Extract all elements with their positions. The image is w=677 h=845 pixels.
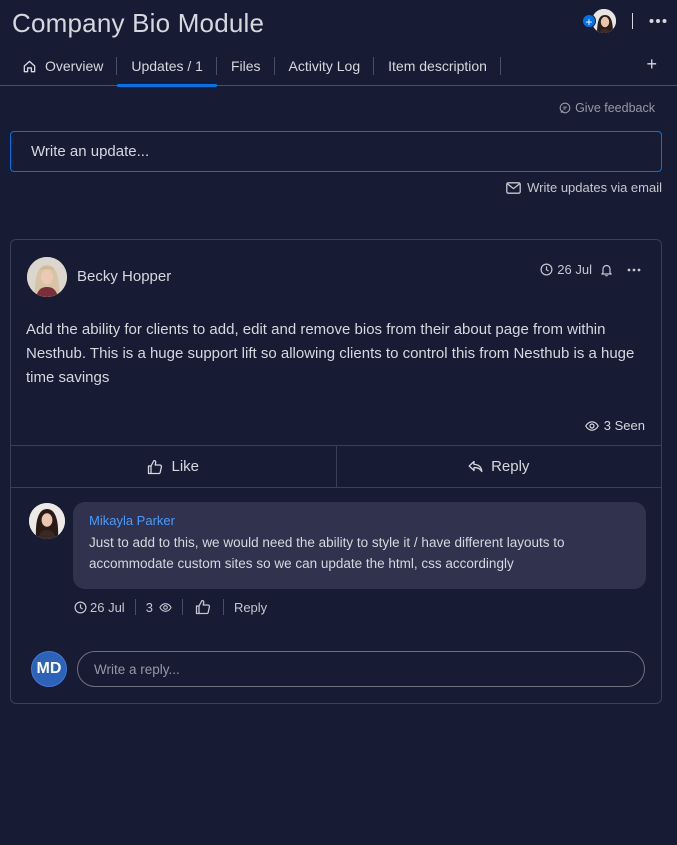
eye-icon <box>584 420 599 431</box>
write-reply-placeholder: Write a reply... <box>94 661 180 677</box>
give-feedback-link[interactable]: Give feedback <box>559 101 655 115</box>
reply-label: Reply <box>491 458 530 475</box>
post-date-label: 26 Jul <box>557 262 592 277</box>
home-icon <box>22 59 37 74</box>
author-avatar[interactable] <box>27 257 67 297</box>
reply-bubble: Mikayla Parker Just to add to this, we w… <box>73 502 646 589</box>
chat-bubble-icon <box>559 102 571 114</box>
like-label: Like <box>171 458 200 475</box>
seen-label: 3 Seen <box>603 418 645 433</box>
bell-icon[interactable] <box>600 263 613 277</box>
reply-like-button[interactable] <box>183 599 223 615</box>
post-more-icon[interactable] <box>627 268 641 272</box>
tab-files[interactable]: Files <box>217 46 275 86</box>
like-button[interactable]: Like <box>11 446 336 487</box>
reply-views[interactable]: 3 <box>136 600 182 615</box>
plus-circle-icon: + <box>582 14 596 29</box>
post-actions: Like Reply <box>11 445 661 488</box>
update-card: Becky Hopper 26 Jul Add the ability for … <box>10 239 662 704</box>
reply-author-avatar[interactable] <box>29 503 65 539</box>
clock-icon <box>540 263 553 276</box>
reply-date-label: 26 Jul <box>90 599 125 615</box>
post-date: 26 Jul <box>540 262 592 277</box>
write-update-placeholder: Write an update... <box>31 143 150 160</box>
write-via-email-link[interactable]: Write updates via email <box>506 180 662 195</box>
write-via-email-label: Write updates via email <box>527 180 662 195</box>
tab-label: Item description <box>388 58 487 74</box>
reply-arrow-icon <box>468 460 483 473</box>
item-updates-panel: Company Bio Module + Overview Updates / … <box>0 0 677 845</box>
author-name[interactable]: Becky Hopper <box>77 268 171 285</box>
reply-button[interactable]: Reply <box>335 446 662 487</box>
item-title[interactable]: Company Bio Module <box>12 8 264 39</box>
more-horizontal-icon[interactable] <box>649 18 667 24</box>
tab-activity-log[interactable]: Activity Log <box>275 46 375 86</box>
tab-updates[interactable]: Updates / 1 <box>117 46 217 87</box>
post-meta: 26 Jul <box>540 262 641 277</box>
tab-bar: Overview Updates / 1 Files Activity Log … <box>0 46 677 87</box>
reply-text: Just to add to this, we would need the a… <box>89 535 565 571</box>
seen-count[interactable]: 3 Seen <box>584 418 645 433</box>
reply-views-count: 3 <box>145 599 153 615</box>
tab-label: Files <box>230 58 261 74</box>
mail-icon <box>506 181 521 194</box>
give-feedback-label: Give feedback <box>575 101 655 115</box>
write-reply-input[interactable]: Write a reply... <box>77 651 645 687</box>
thumbs-up-icon <box>195 599 211 615</box>
reply-meta: 26 Jul 3 Reply <box>74 594 277 620</box>
eye-icon <box>159 602 172 612</box>
add-view-button[interactable]: + <box>646 55 657 73</box>
clock-icon <box>74 600 87 614</box>
reply-date: 26 Jul <box>74 600 135 615</box>
header-actions: + <box>582 8 667 34</box>
tab-label: Activity Log <box>288 58 361 74</box>
reply-author-name[interactable]: Mikayla Parker <box>89 513 630 528</box>
tab-label: Overview <box>45 58 104 74</box>
subscribers-button[interactable]: + <box>582 8 617 34</box>
tab-label: Updates / 1 <box>131 58 203 74</box>
current-user-avatar[interactable]: MD <box>31 651 67 687</box>
reply-reply-button[interactable]: Reply <box>224 600 277 615</box>
post-body: Add the ability for clients to add, edit… <box>26 321 635 386</box>
tab-divider <box>499 57 501 75</box>
tab-item-description[interactable]: Item description <box>374 46 501 86</box>
write-update-input[interactable]: Write an update... <box>10 131 662 172</box>
thumbs-up-icon <box>147 459 163 475</box>
header-divider <box>632 13 633 29</box>
tab-overview[interactable]: Overview <box>0 46 118 86</box>
